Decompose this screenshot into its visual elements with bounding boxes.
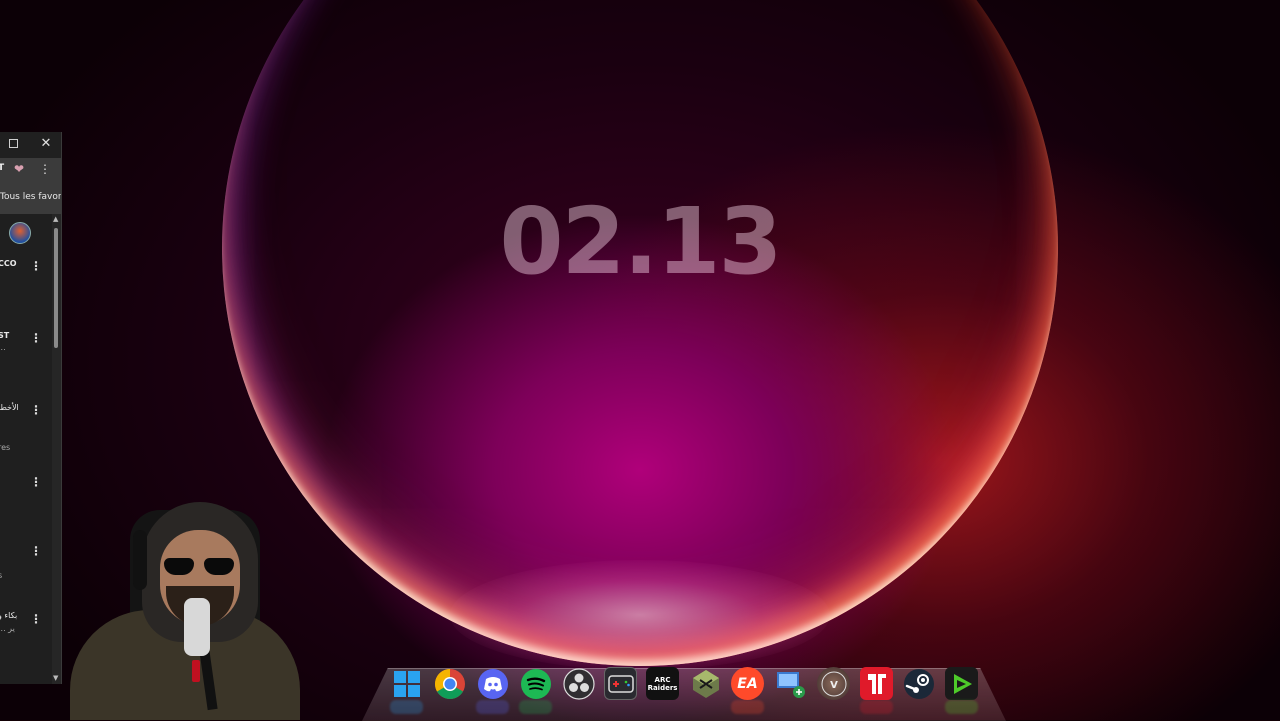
toolbar-text: T: [0, 163, 4, 173]
list-item-title[interactable]: بكاء و: [0, 611, 17, 620]
list-item-title[interactable]: ST: [0, 331, 9, 340]
more-options-icon[interactable]: ⋮: [30, 476, 42, 488]
steam-icon: [903, 668, 934, 699]
dock-item-steam[interactable]: [902, 667, 935, 700]
dock-item-spotify[interactable]: [519, 667, 552, 700]
scrollbar-thumb[interactable]: [54, 228, 58, 348]
desktop-clock: 02.13: [499, 188, 782, 295]
gamepad-icon: [607, 674, 634, 693]
dock-item-launcher[interactable]: [689, 667, 722, 700]
dock-item-obs[interactable]: [562, 667, 595, 700]
dock-reflection: [390, 700, 423, 714]
list-item-title[interactable]: الأخطا: [0, 403, 19, 412]
browser-titlebar[interactable]: ✕: [0, 132, 61, 158]
browser-window[interactable]: ✕ T ❤ ⋮ Tous les favoris CCO ⋮ ST ... ⋮ …: [0, 132, 62, 684]
dock-item-ea[interactable]: EA: [731, 667, 764, 700]
dock-reflection: [731, 700, 764, 714]
list-item-subtitle: ...: [0, 343, 6, 352]
wallpaper-orb-glow: [450, 560, 830, 670]
ea-icon: EA: [737, 675, 758, 692]
arc-raiders-icon: ARC Raiders: [647, 675, 678, 692]
list-item-title[interactable]: CCO: [0, 259, 17, 268]
dock-item-faceit[interactable]: [860, 667, 893, 700]
dock-item-arc-raiders[interactable]: ARC Raiders: [646, 667, 679, 700]
more-options-icon[interactable]: ⋮: [30, 332, 42, 344]
dock-item-network[interactable]: [774, 667, 807, 700]
dock-reflection: [519, 700, 552, 714]
cube-icon: [692, 669, 719, 698]
list-item-subtitle: res: [0, 443, 11, 452]
network-icon: [776, 671, 805, 698]
browser-content: CCO ⋮ ST ... ⋮ الأخطا ⋮ res ⋮ ⋮ s بكاء و…: [0, 214, 52, 684]
faceit-icon: [867, 673, 886, 694]
play-icon: [953, 673, 972, 694]
microphone-logo: [192, 660, 200, 682]
profile-heart-icon[interactable]: ❤: [14, 162, 24, 176]
all-bookmarks-button[interactable]: Tous les favoris: [0, 192, 61, 202]
windows-icon: [393, 670, 420, 697]
more-options-icon[interactable]: ⋮: [30, 545, 42, 557]
headset: [133, 530, 147, 590]
dock-item-windows[interactable]: [390, 667, 423, 700]
microphone: [184, 598, 210, 656]
obs-icon: [562, 667, 595, 700]
dock-reflection: [476, 700, 509, 714]
scroll-up-icon[interactable]: ▲: [53, 215, 58, 223]
dock-reflection: [945, 700, 978, 714]
spotify-icon: [520, 668, 551, 699]
dock-item-play[interactable]: [945, 667, 978, 700]
discord-icon: [477, 668, 508, 699]
svg-text:V: V: [830, 680, 838, 691]
dock-item-gta[interactable]: V: [817, 667, 850, 700]
browser-menu-icon[interactable]: ⋮: [39, 162, 51, 176]
channel-avatar[interactable]: [9, 222, 31, 244]
sunglasses: [164, 558, 236, 576]
scroll-down-icon[interactable]: ▼: [53, 674, 58, 682]
more-options-icon[interactable]: ⋮: [30, 404, 42, 416]
list-item-subtitle: ... ير: [0, 624, 15, 633]
maximize-button[interactable]: [9, 139, 18, 148]
dock-item-discord[interactable]: [476, 667, 509, 700]
chrome-icon: [434, 668, 465, 699]
dock-item-chrome[interactable]: [433, 667, 466, 700]
more-options-icon[interactable]: ⋮: [30, 613, 42, 625]
browser-toolbar: T ❤ ⋮ Tous les favoris: [0, 158, 61, 214]
webcam-overlay: [60, 490, 330, 720]
gta-icon: V: [821, 671, 846, 696]
dock-item-msi[interactable]: [604, 667, 637, 700]
more-options-icon[interactable]: ⋮: [30, 260, 42, 272]
dock-reflection: [860, 700, 893, 714]
close-button[interactable]: ✕: [38, 134, 54, 154]
list-item-subtitle: s: [0, 571, 2, 580]
